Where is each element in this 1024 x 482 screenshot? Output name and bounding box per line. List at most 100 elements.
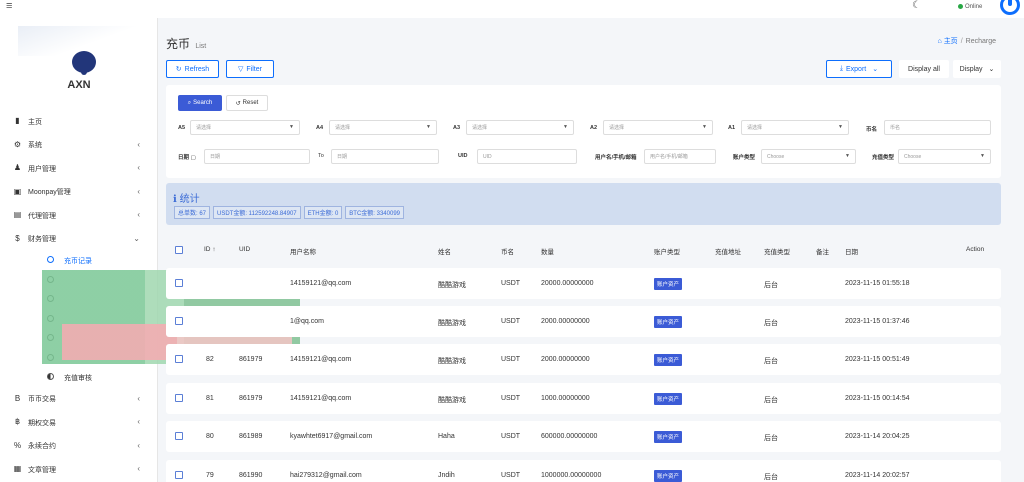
- stats-title: ℹ 统计: [173, 190, 200, 205]
- cell-recharge-type: 后台: [764, 397, 778, 404]
- filter-select[interactable]: 请选择 ▼: [190, 120, 300, 135]
- sidebar-item[interactable]: ♟ 用户管理 ‹: [0, 157, 158, 181]
- sidebar-item[interactable]: B 币币交易 ‹: [0, 388, 158, 412]
- table-row[interactable]: 14159121@qq.com 酷酷游戏 USDT 20000.00000000 后台 2…: [166, 268, 1001, 299]
- calendar-icon: ▢: [190, 155, 196, 161]
- filter-select[interactable]: 请选择 ▼: [603, 120, 713, 135]
- chevron-icon: ‹: [137, 440, 140, 450]
- reset-button[interactable]: ↺ Reset: [226, 95, 268, 111]
- cell-recharge-type: 后台: [764, 435, 778, 442]
- sidebar-item[interactable]: ▦ 文章管理 ‹: [0, 458, 158, 482]
- search-label: Search: [193, 100, 213, 106]
- refresh-label: Refresh: [184, 65, 210, 73]
- header-name: 姓名: [438, 249, 451, 256]
- cell-username: 14159121@qq.com: [290, 395, 352, 402]
- hamburger-menu-icon[interactable]: ≡: [6, 0, 12, 12]
- export-button[interactable]: ⤓ Export ⌄: [826, 60, 892, 78]
- display-all-button[interactable]: Display all: [899, 60, 949, 78]
- online-status: Online: [958, 4, 982, 10]
- bitcoin-icon: B: [14, 393, 21, 403]
- display-dropdown[interactable]: Display ⌄: [953, 60, 1001, 78]
- row-checkbox[interactable]: [175, 394, 183, 402]
- dollar-icon: $: [15, 233, 20, 243]
- download-icon: ⤓: [839, 65, 843, 72]
- header-account-type: 账户类型: [654, 249, 680, 256]
- cell-recharge-type: 后台: [764, 474, 778, 481]
- table-row[interactable]: 1@qq.com 酷酷游戏 USDT 2000.00000000 后台 2023-11-1…: [166, 306, 1001, 337]
- cell-id: 82: [206, 356, 214, 363]
- dropdown-arrow-icon: ▼: [702, 124, 707, 130]
- sidebar-item[interactable]: ฿ 期权交易 ‹: [0, 411, 158, 435]
- table-header: ID ↑ UID 用户名称 姓名 币名 数量 账户类型 充值地址 充值类型 备注…: [166, 241, 1001, 261]
- cell-uid: 861990: [239, 472, 263, 479]
- header-coin: 币名: [501, 249, 514, 256]
- export-label: Export: [846, 65, 867, 73]
- sidebar-item[interactable]: ⚙ 系统 ‹: [0, 134, 158, 158]
- filter-select[interactable]: 币名: [884, 120, 991, 135]
- cell-id: 81: [206, 395, 214, 402]
- reset-label: Reset: [242, 100, 259, 106]
- stat-chip: BTC金额: 3340099: [345, 206, 404, 219]
- home-icon[interactable]: ⌂: [938, 38, 942, 45]
- cell-coin: USDT: [501, 280, 521, 287]
- filter-placeholder: 请选择: [747, 125, 763, 131]
- row-checkbox[interactable]: [175, 317, 183, 325]
- table-row[interactable]: 81 861979 14159121@qq.com 酷酷游戏 USDT 1000.0000…: [166, 383, 1001, 414]
- header-uid: UID: [239, 246, 251, 253]
- user-input[interactable]: 用户名/手机/邮箱: [644, 149, 716, 164]
- row-checkbox[interactable]: [175, 471, 183, 479]
- date-to-separator: To: [318, 153, 324, 159]
- breadcrumb-home[interactable]: 主页: [944, 38, 958, 45]
- filter-placeholder: 请选择: [609, 125, 625, 131]
- row-checkbox[interactable]: [175, 355, 183, 363]
- account-type-select[interactable]: Choose ▼: [761, 149, 856, 164]
- id-badge-icon: ▤: [13, 210, 22, 219]
- table-row[interactable]: 79 861990 hai279312@gmail.com Jndih USDT 1000…: [166, 460, 1001, 482]
- sidebar-item-label: 期权交易: [28, 419, 56, 427]
- row-checkbox[interactable]: [175, 432, 183, 440]
- header-action: Action: [966, 246, 985, 253]
- cell-coin: USDT: [501, 395, 521, 402]
- date-to-input[interactable]: 日期: [331, 149, 439, 164]
- sidebar-item[interactable]: ▮ 主页: [0, 110, 158, 134]
- refresh-button[interactable]: ↻ Refresh: [166, 60, 219, 78]
- filter-select[interactable]: 请选择 ▼: [329, 120, 437, 135]
- brand-name: AXN: [67, 79, 91, 91]
- cell-date: 2023-11-15 01:37:46: [845, 318, 910, 325]
- table-row[interactable]: 82 861979 14159121@qq.com 酷酷游戏 USDT 2000.0000…: [166, 344, 1001, 375]
- circle-icon: [47, 256, 54, 263]
- filter-select[interactable]: 请选择 ▼: [466, 120, 574, 135]
- cell-name: 酷酷游戏: [438, 397, 466, 404]
- cell-name: Haha: [438, 433, 455, 440]
- cell-date: 2023-11-15 00:14:54: [845, 395, 910, 402]
- sidebar-subitem-label: 充值审核: [64, 374, 92, 382]
- cell-amount: 2000.00000000: [541, 356, 590, 363]
- search-icon: ⌕: [187, 99, 192, 106]
- dropdown-arrow-icon: ▼: [289, 124, 294, 130]
- reset-icon: ↺: [235, 100, 241, 107]
- sidebar-item[interactable]: % 永续合约 ‹: [0, 435, 158, 459]
- filter-label: A4: [316, 125, 324, 131]
- filter-label: Filter: [246, 65, 262, 73]
- circle-icon: [47, 373, 54, 380]
- filter-button[interactable]: ▽ Filter: [226, 60, 274, 78]
- sidebar-subitem[interactable]: 充值审核: [0, 368, 158, 388]
- filter-select[interactable]: 请选择 ▼: [741, 120, 849, 135]
- cell-date: 2023-11-14 20:04:25: [845, 433, 910, 440]
- account-type-badge: 账户资产: [654, 316, 683, 328]
- select-all-checkbox[interactable]: [175, 246, 183, 254]
- recharge-type-select[interactable]: Choose ▼: [898, 149, 991, 164]
- date-from-input[interactable]: 日期: [204, 149, 310, 164]
- search-button[interactable]: ⌕ Search: [178, 95, 222, 111]
- row-checkbox[interactable]: [175, 279, 183, 287]
- sidebar-item[interactable]: $ 财务管理 ⌄: [0, 228, 158, 252]
- sidebar-item[interactable]: ▤ 代理管理 ‹: [0, 204, 158, 228]
- dark-mode-moon-icon[interactable]: ☾: [912, 0, 921, 11]
- chevron-icon: ‹: [137, 163, 140, 172]
- table-row[interactable]: 80 861989 kyawhtet6917@gmail.com Haha USDT 60…: [166, 421, 1001, 452]
- header-id[interactable]: ID ↑: [204, 246, 216, 253]
- uid-input[interactable]: UID: [477, 149, 577, 164]
- sidebar-subitem[interactable]: 充币记录: [0, 251, 158, 271]
- sidebar-item[interactable]: ▣ Moonpay管理 ‹: [0, 181, 158, 205]
- user-avatar[interactable]: [1000, 0, 1020, 15]
